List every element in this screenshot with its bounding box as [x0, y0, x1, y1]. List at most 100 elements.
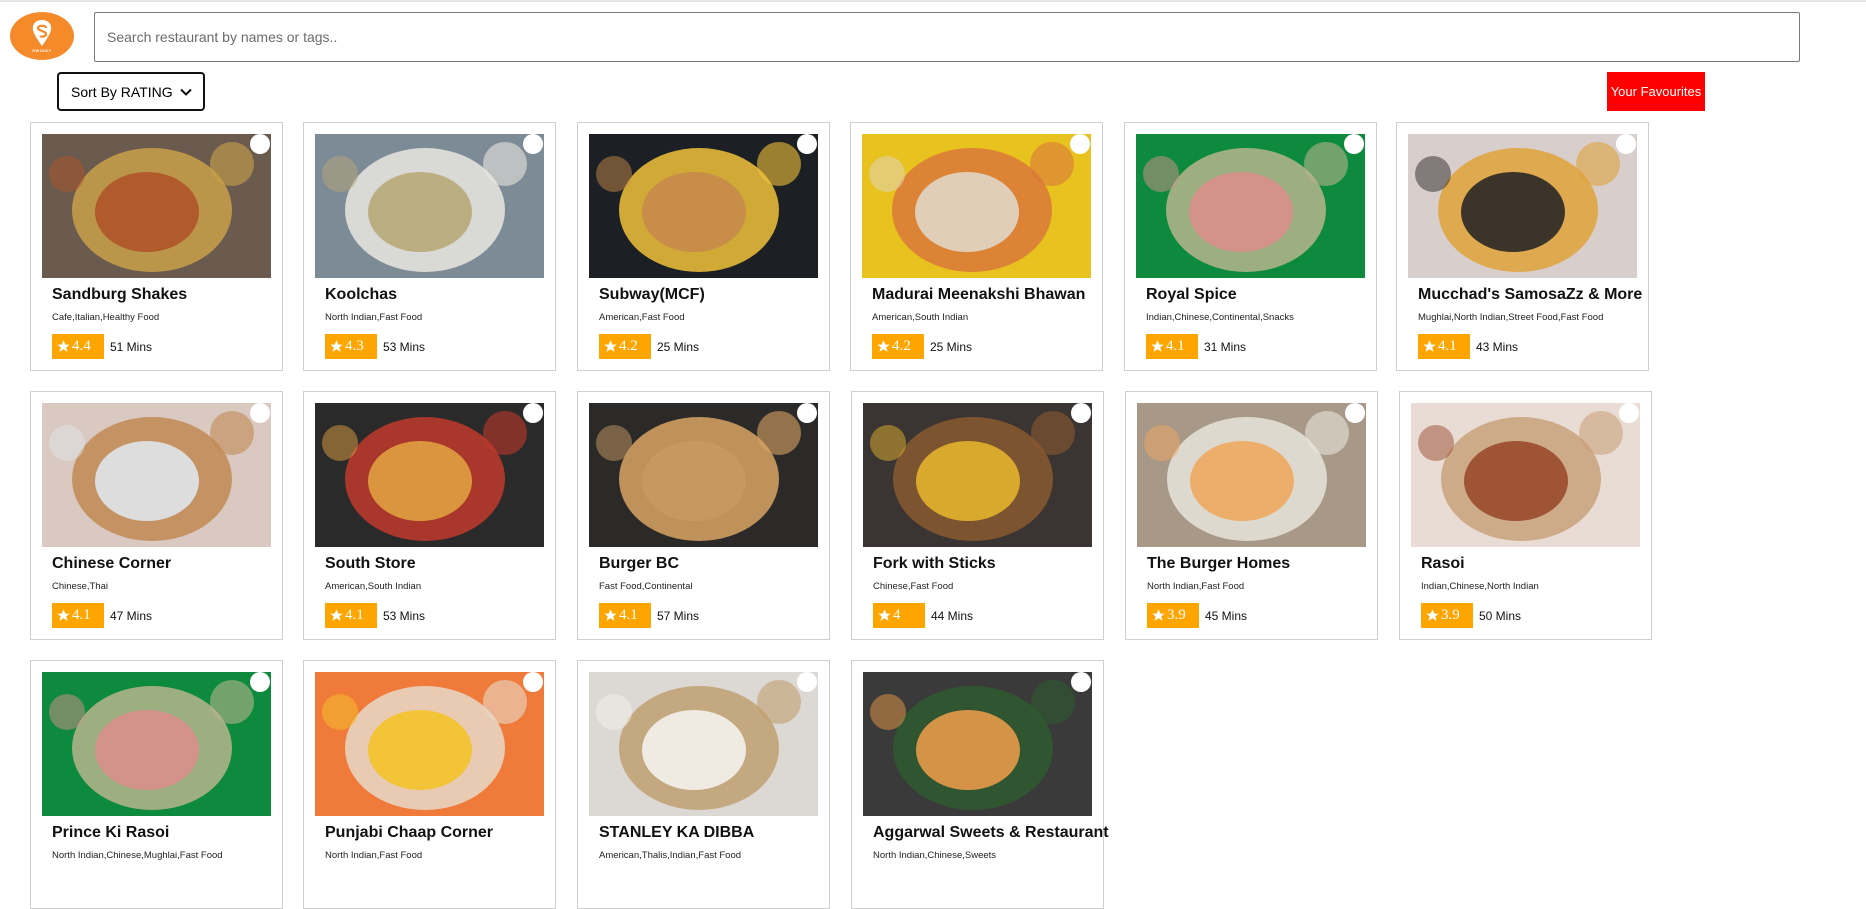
restaurant-tags: Fast Food,Continental — [599, 581, 693, 592]
search-input[interactable] — [94, 12, 1800, 62]
food-image-thali-plate — [862, 134, 1091, 278]
favourite-toggle[interactable] — [797, 403, 817, 423]
rating-badge: 4.1 — [1146, 334, 1198, 359]
restaurant-name: Punjabi Chaap Corner — [325, 824, 494, 841]
favourite-toggle[interactable] — [523, 403, 543, 423]
restaurant-name: Mucchad's SamosaZz & More — [1418, 286, 1643, 303]
star-icon — [877, 340, 890, 352]
restaurant-card[interactable]: South Store American,South Indian 4.1 53… — [303, 391, 556, 640]
swiggy-logo[interactable]: SWIGGY — [10, 12, 74, 60]
restaurant-tags: American,Fast Food — [599, 312, 685, 323]
restaurant-card[interactable]: STANLEY KA DIBBA American,Thalis,Indian,… — [577, 660, 830, 909]
food-image-dosa-chutney — [1137, 403, 1366, 547]
star-icon — [604, 340, 617, 352]
restaurant-tags: Mughlai,North Indian,Street Food,Fast Fo… — [1418, 312, 1604, 323]
star-icon — [330, 340, 343, 352]
favourite-toggle[interactable] — [1070, 134, 1090, 154]
restaurant-tags: American,South Indian — [872, 312, 969, 323]
restaurant-image — [315, 672, 544, 816]
restaurant-name: Prince Ki Rasoi — [52, 824, 170, 841]
restaurant-image — [1136, 134, 1365, 278]
restaurant-card[interactable]: Aggarwal Sweets & Restaurant North India… — [851, 660, 1109, 909]
restaurant-image — [589, 403, 818, 547]
restaurant-image — [1137, 403, 1366, 547]
food-image-pizza — [315, 403, 544, 547]
favourite-toggle[interactable] — [250, 134, 270, 154]
restaurant-card[interactable]: The Burger Homes North Indian,Fast Food … — [1125, 391, 1378, 640]
restaurant-image — [1411, 403, 1640, 547]
restaurant-card[interactable]: Chinese Corner Chinese,Thai 4.1 47 Mins — [30, 391, 283, 640]
favourite-toggle[interactable] — [1344, 134, 1364, 154]
restaurant-card[interactable]: Subway(MCF) American,Fast Food 4.2 25 Mi… — [577, 122, 830, 371]
food-image-bhature — [863, 672, 1092, 816]
restaurant-tags: American,Thalis,Indian,Fast Food — [599, 850, 742, 861]
restaurant-tags: Indian,Chinese,North Indian — [1421, 581, 1539, 592]
restaurant-image — [315, 403, 544, 547]
restaurant-tags: Cafe,Italian,Healthy Food — [52, 312, 160, 323]
favourite-toggle[interactable] — [797, 134, 817, 154]
rating-badge: 4.4 — [52, 334, 104, 359]
star-icon — [57, 609, 70, 621]
food-image-wraps — [1136, 134, 1365, 278]
restaurant-tags: North Indian,Chinese,Sweets — [873, 850, 997, 861]
favourite-toggle[interactable] — [1071, 403, 1091, 423]
food-image-thali-orange — [315, 672, 544, 816]
restaurant-image — [42, 134, 271, 278]
rating-value: 4.1 — [72, 607, 91, 623]
star-icon — [330, 609, 343, 621]
favourite-toggle[interactable] — [1616, 134, 1636, 154]
restaurant-card[interactable]: Prince Ki Rasoi North Indian,Chinese,Mug… — [30, 660, 283, 909]
restaurant-card[interactable]: Sandburg Shakes Cafe,Italian,Healthy Foo… — [30, 122, 283, 371]
delivery-time: 43 Mins — [1476, 340, 1519, 354]
restaurant-name: Madurai Meenakshi Bhawan — [872, 286, 1086, 303]
favourite-toggle[interactable] — [523, 672, 543, 692]
food-image-dosa — [42, 403, 271, 547]
rating-value: 4.4 — [72, 338, 91, 354]
food-image-burger-fries — [589, 134, 818, 278]
food-image-wraps — [42, 672, 271, 816]
food-image-momos-noodles — [589, 672, 818, 816]
star-icon — [57, 340, 70, 352]
delivery-time: 53 Mins — [383, 340, 426, 354]
delivery-time: 57 Mins — [657, 609, 700, 623]
restaurant-card[interactable]: Madurai Meenakshi Bhawan American,South … — [850, 122, 1103, 371]
favourite-toggle[interactable] — [797, 672, 817, 692]
favourite-toggle[interactable] — [1071, 672, 1091, 692]
restaurant-card[interactable]: Burger BC Fast Food,Continental 4.1 57 M… — [577, 391, 830, 640]
restaurant-image — [315, 134, 544, 278]
star-icon — [1423, 340, 1436, 352]
rating-badge: 4.1 — [52, 603, 104, 628]
sort-select[interactable]: Sort By RATING — [57, 72, 205, 111]
restaurant-image — [589, 672, 818, 816]
sort-selected-value: Sort By RATING — [71, 83, 173, 100]
restaurant-card[interactable]: Koolchas North Indian,Fast Food 4.3 53 M… — [303, 122, 556, 371]
restaurant-image — [42, 672, 271, 816]
favourite-toggle[interactable] — [1345, 403, 1365, 423]
favourite-toggle[interactable] — [1619, 403, 1639, 423]
restaurant-tags: Chinese,Thai — [52, 581, 108, 592]
restaurant-card[interactable]: Fork with Sticks Chinese,Fast Food 4 44 … — [851, 391, 1104, 640]
restaurant-card[interactable]: Royal Spice Indian,Chinese,Continental,S… — [1124, 122, 1377, 371]
restaurant-card[interactable]: Rasoi Indian,Chinese,North Indian 3.9 50… — [1399, 391, 1652, 640]
food-image-parathas — [315, 134, 544, 278]
restaurant-image — [42, 403, 271, 547]
food-image-burger-king — [589, 403, 818, 547]
delivery-time: 47 Mins — [110, 609, 153, 623]
favourite-toggle[interactable] — [250, 403, 270, 423]
delivery-time: 25 Mins — [930, 340, 973, 354]
restaurant-name: Royal Spice — [1146, 286, 1237, 303]
restaurant-card[interactable]: Mucchad's SamosaZz & More Mughlai,North … — [1396, 122, 1649, 371]
restaurant-name: Sandburg Shakes — [52, 286, 188, 303]
rating-value: 3.9 — [1441, 607, 1460, 623]
food-image-noodles — [1408, 134, 1637, 278]
delivery-time: 45 Mins — [1205, 609, 1248, 623]
delivery-time: 44 Mins — [931, 609, 974, 623]
your-favourites-button[interactable]: Your Favourites — [1607, 72, 1705, 111]
restaurant-tags: Indian,Chinese,Continental,Snacks — [1146, 312, 1294, 323]
favourite-toggle[interactable] — [523, 134, 543, 154]
restaurant-name: Rasoi — [1421, 555, 1465, 572]
delivery-time: 53 Mins — [383, 609, 426, 623]
favourite-toggle[interactable] — [250, 672, 270, 692]
restaurant-card[interactable]: Punjabi Chaap Corner North Indian,Fast F… — [303, 660, 556, 909]
restaurant-tags: North Indian,Fast Food — [325, 850, 423, 861]
